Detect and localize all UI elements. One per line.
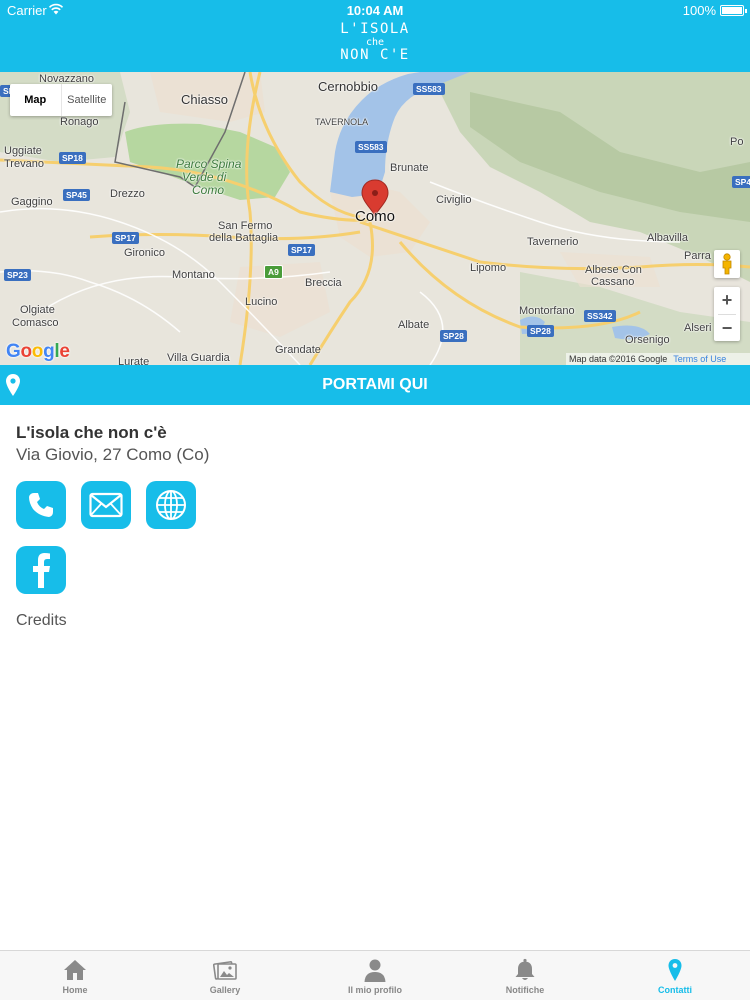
credits-link[interactable]: Credits xyxy=(16,612,67,630)
map-label: Albese Con xyxy=(585,264,642,276)
pegman-icon xyxy=(722,253,732,275)
facebook-icon xyxy=(33,553,50,588)
status-time: 10:04 AM xyxy=(346,3,404,18)
map-label: Po xyxy=(730,136,744,148)
map-label: Trevano xyxy=(4,158,44,170)
road-shield: SS583 xyxy=(413,83,445,95)
logo-line-1: L'ISOLA xyxy=(340,21,410,37)
app-logo: L'ISOLA che NON C'E xyxy=(325,22,425,68)
place-name: L'isola che non c'è xyxy=(16,423,167,442)
status-bar: Carrier 10:04 AM 100% xyxy=(0,0,750,22)
profile-icon xyxy=(364,959,386,982)
map-label: Civiglio xyxy=(436,194,472,206)
zoom-control: + − xyxy=(714,287,740,341)
bell-icon xyxy=(515,958,535,980)
location-pin-icon xyxy=(668,959,682,981)
map-label: Chiasso xyxy=(181,92,228,107)
map-label: Comasco xyxy=(12,317,59,329)
phone-icon xyxy=(29,493,53,517)
tab-gallery[interactable]: Gallery xyxy=(150,951,300,1000)
map-label: Cernobbio xyxy=(318,79,378,94)
place-address: Via Giovio, 27 Como (Co) xyxy=(16,445,210,464)
terms-of-use-link[interactable]: Terms of Use xyxy=(673,354,726,364)
map-label: Montorfano xyxy=(519,305,575,317)
tab-contacts[interactable]: Contatti xyxy=(600,951,750,1000)
google-logo: Google xyxy=(6,341,70,362)
map-label: Albavilla xyxy=(647,232,688,244)
tab-label: Il mio profilo xyxy=(348,985,402,995)
map-type-satellite-button[interactable]: Satellite xyxy=(62,84,113,116)
road-shield: SP17 xyxy=(288,244,315,256)
map-label: Olgiate xyxy=(20,304,55,316)
logo-line-3: NON C'E xyxy=(340,47,410,63)
map-label: Tavernerio xyxy=(527,236,579,248)
battery-icon xyxy=(720,5,747,16)
map-label-como: Como xyxy=(355,208,396,225)
tab-home[interactable]: Home xyxy=(0,951,150,1000)
tab-label: Notifiche xyxy=(505,985,545,995)
road-shield: SP28 xyxy=(440,330,467,342)
road-shield: SP18 xyxy=(59,152,86,164)
map-data-text: Map data ©2016 Google xyxy=(569,354,668,364)
map-label: TAVERNOLA xyxy=(315,117,369,127)
map-label: Grandate xyxy=(275,344,321,356)
map-label: Parra xyxy=(684,250,711,262)
road-shield: SS342 xyxy=(584,310,616,322)
map-label: Lurate xyxy=(118,356,150,365)
map-label: Como xyxy=(192,183,225,197)
map-label: Uggiate xyxy=(4,145,42,157)
tab-bar: Home Gallery Il mio profilo Notifiche Co… xyxy=(0,950,750,1000)
map-attribution: Map data ©2016 Google Terms of Use xyxy=(566,353,750,365)
battery-percent: 100% xyxy=(682,3,716,18)
website-button[interactable] xyxy=(146,481,196,529)
map-type-map-button[interactable]: Map xyxy=(10,84,61,116)
home-icon xyxy=(64,960,86,980)
mail-icon xyxy=(89,492,123,518)
zoom-out-button[interactable]: − xyxy=(714,315,740,342)
map-label: Ronago xyxy=(60,116,99,128)
directions-label: PORTAMI QUI xyxy=(322,376,428,393)
map-view[interactable]: Novazzano Chiasso Cernobbio Ronago TAVER… xyxy=(0,72,750,365)
map-label: Lucino xyxy=(245,296,278,308)
facebook-button[interactable] xyxy=(16,546,66,594)
map-label: Brunate xyxy=(390,162,429,174)
road-shield: SP23 xyxy=(4,269,31,281)
map-label: Breccia xyxy=(305,277,342,289)
map-label: Drezzo xyxy=(110,188,145,200)
map-label: Lipomo xyxy=(470,262,507,274)
app-root: Carrier 10:04 AM 100% L'ISOLA che NON C'… xyxy=(0,0,750,1000)
map-type-control: Map Satellite xyxy=(10,84,112,116)
map-label: Montano xyxy=(172,269,215,281)
zoom-in-button[interactable]: + xyxy=(714,287,740,314)
road-shield: A9 xyxy=(264,265,283,279)
header-bar: Carrier 10:04 AM 100% L'ISOLA che NON C'… xyxy=(0,0,750,72)
map-label: Gironico xyxy=(124,247,165,259)
tab-notifications[interactable]: Notifiche xyxy=(450,951,600,1000)
road-shield: SP28 xyxy=(527,325,554,337)
call-button[interactable] xyxy=(16,481,66,529)
tab-profile[interactable]: Il mio profilo xyxy=(300,951,450,1000)
map-label: della Battaglia xyxy=(209,232,279,244)
email-button[interactable] xyxy=(81,481,131,529)
road-shield: SP17 xyxy=(112,232,139,244)
tab-label: Gallery xyxy=(209,985,241,995)
directions-button[interactable]: PORTAMI QUI xyxy=(0,365,750,405)
map-label: Albate xyxy=(398,319,430,331)
map-label: San Fermo xyxy=(218,220,273,232)
road-shield: SS583 xyxy=(355,141,387,153)
map-label: Alseri xyxy=(684,322,712,334)
globe-icon xyxy=(156,490,186,520)
map-label: Orsenigo xyxy=(625,334,670,346)
tab-label: Contatti xyxy=(658,985,692,995)
street-view-pegman-button[interactable] xyxy=(714,250,740,278)
map-label: Gaggino xyxy=(11,196,53,208)
tab-label: Home xyxy=(62,985,88,995)
road-shield: SP4 xyxy=(732,176,750,188)
map-label: Villa Guardia xyxy=(167,352,230,364)
road-shield: SP45 xyxy=(63,189,90,201)
gallery-icon xyxy=(213,961,237,980)
map-label: Cassano xyxy=(591,276,635,288)
